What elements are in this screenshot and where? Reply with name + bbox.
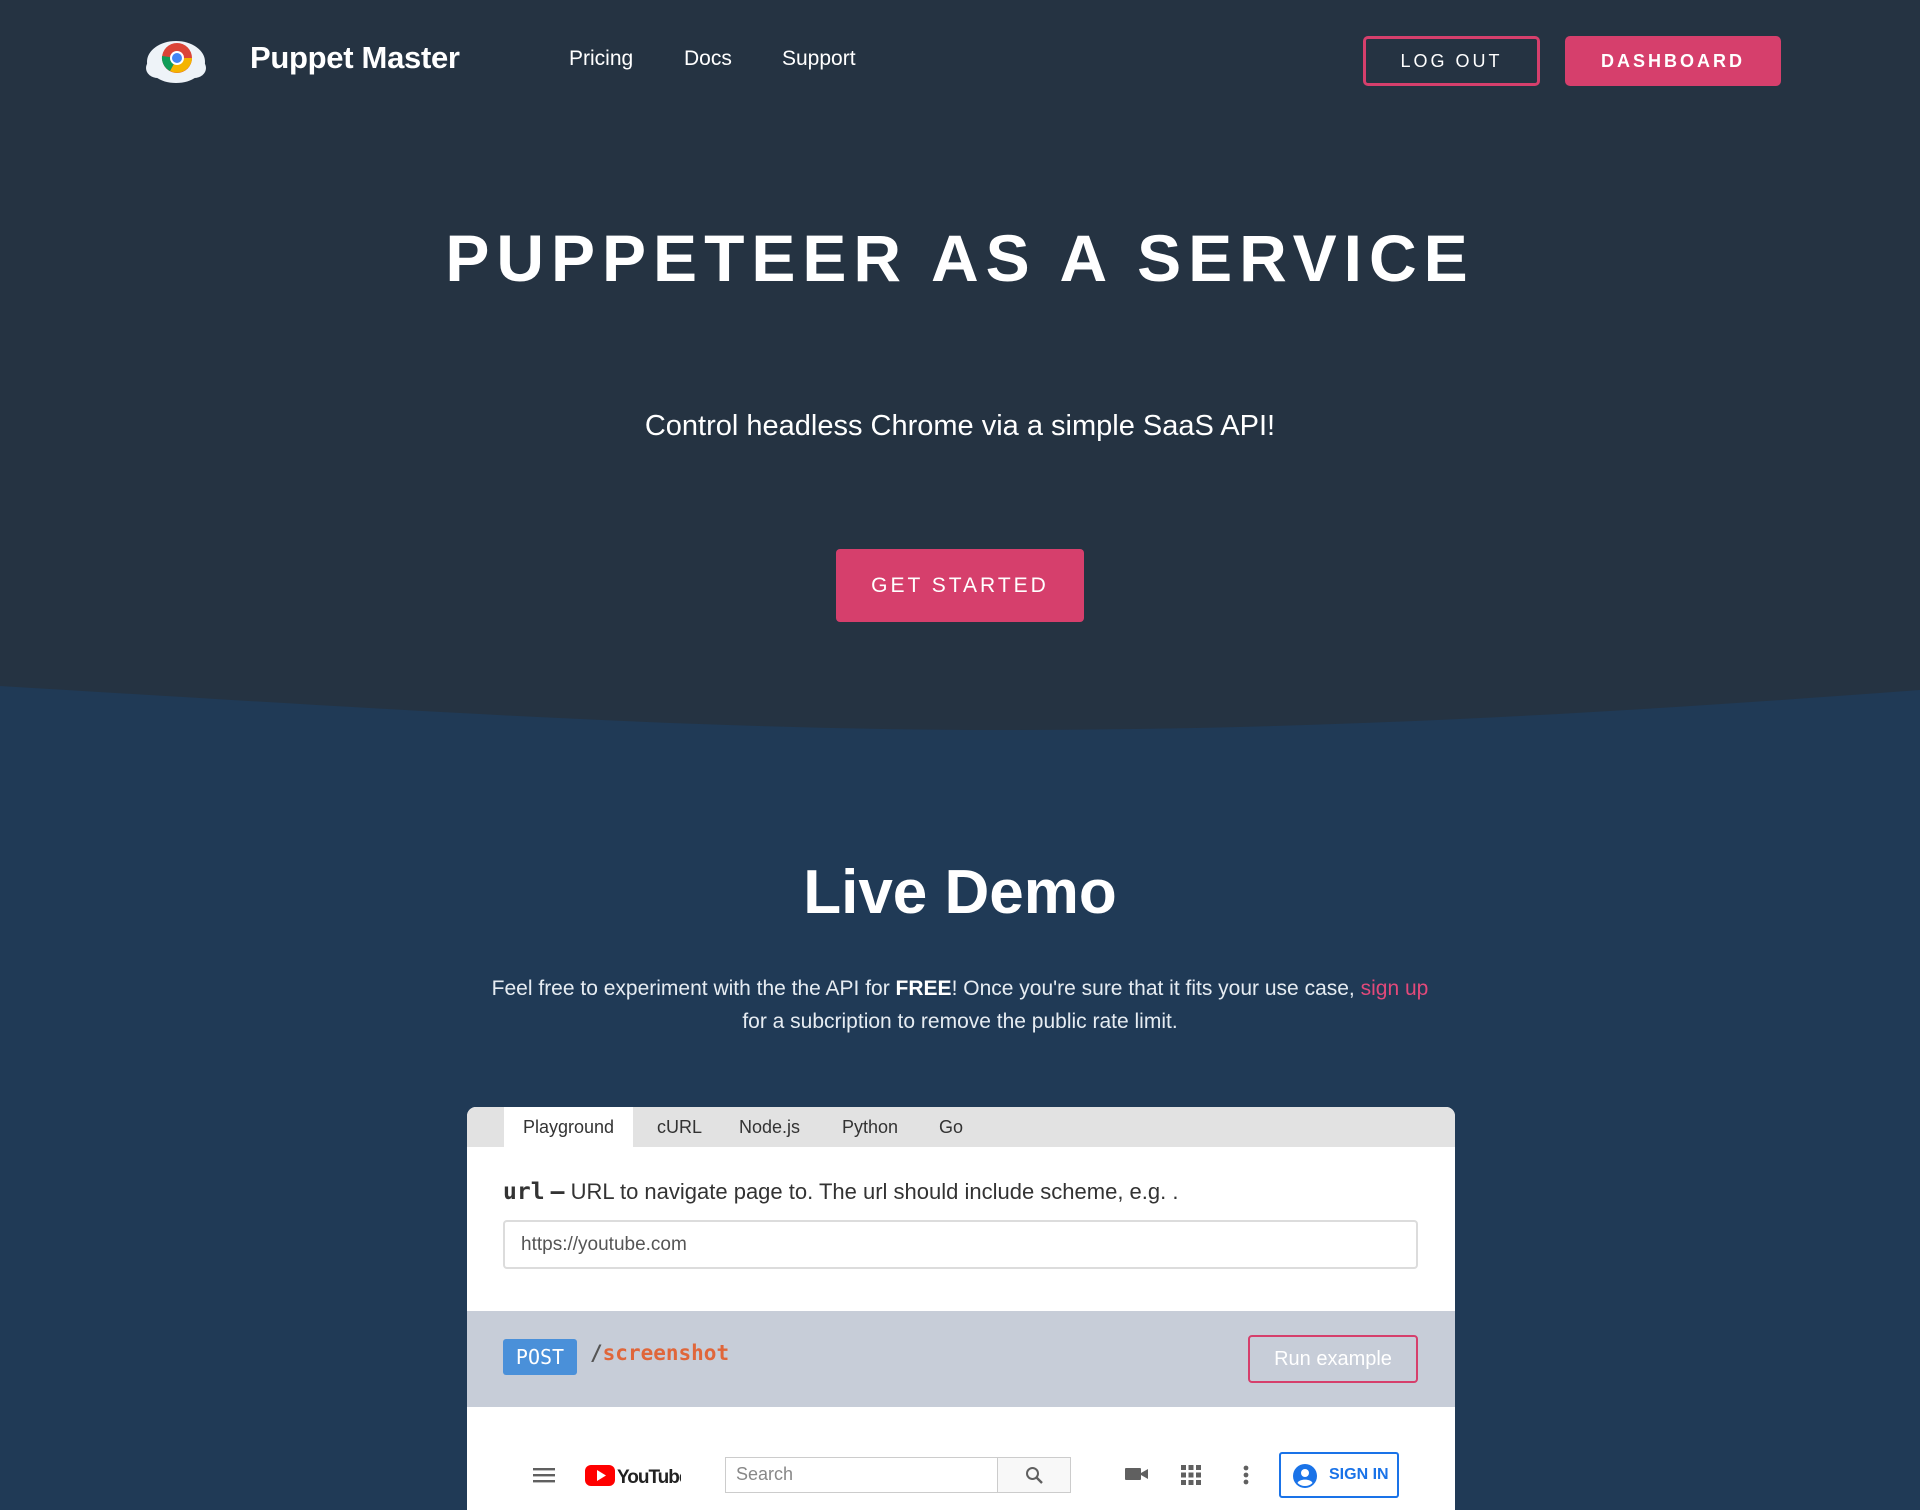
account-icon [1293, 1464, 1317, 1488]
search-icon [1026, 1467, 1043, 1484]
nav-docs[interactable]: Docs [684, 47, 732, 71]
youtube-search-input: Search [725, 1457, 999, 1493]
sign-in-label: SIGN IN [1329, 1466, 1389, 1483]
dashboard-button[interactable]: DASHBOARD [1565, 36, 1781, 86]
sign-up-link[interactable]: sign up [1361, 977, 1429, 1000]
http-method-badge: POST [503, 1339, 577, 1375]
puppet-master-logo-icon[interactable] [144, 32, 208, 88]
param-description: URL to navigate page to. The url should … [570, 1179, 1179, 1204]
hero-title: PUPPETEER AS A SERVICE [445, 221, 1475, 295]
logout-button[interactable]: LOG OUT [1363, 36, 1540, 86]
run-example-button[interactable]: Run example [1248, 1335, 1418, 1383]
top-nav: Puppet Master Pricing Docs Support LOG O… [0, 0, 1920, 120]
get-started-button[interactable]: GET STARTED [836, 549, 1084, 622]
tab-playground[interactable]: Playground [504, 1107, 634, 1147]
youtube-logo-icon: YouTube [585, 1465, 681, 1488]
video-camera-icon [1125, 1468, 1148, 1480]
endpoint-path: /screenshot [590, 1341, 729, 1365]
demo-text-part: for a subcription to remove the public r… [742, 1010, 1178, 1033]
nav-pricing[interactable]: Pricing [569, 47, 633, 71]
screenshot-preview: YouTube Search SIGN IN [467, 1407, 1455, 1510]
demo-text-free: FREE [895, 977, 952, 1000]
demo-text-part: Feel free to experiment with the the API… [491, 977, 896, 1000]
request-bar: POST /screenshot Run example [467, 1311, 1455, 1407]
youtube-search-button [997, 1457, 1071, 1493]
path-slash: / [590, 1341, 603, 1365]
tab-curl[interactable]: cURL [657, 1107, 702, 1147]
live-demo-title: Live Demo [803, 858, 1117, 927]
demo-tabs: Playground cURL Node.js Python Go [467, 1107, 1455, 1147]
more-vertical-icon [1243, 1465, 1249, 1485]
youtube-sign-in-button: SIGN IN [1279, 1452, 1399, 1498]
param-separator: – [550, 1179, 565, 1205]
hamburger-menu-icon [533, 1468, 555, 1483]
url-input[interactable] [503, 1220, 1418, 1269]
apps-grid-icon [1181, 1465, 1201, 1485]
path-endpoint: screenshot [602, 1341, 730, 1365]
tab-nodejs[interactable]: Node.js [739, 1107, 800, 1147]
demo-description: Feel free to experiment with the the API… [460, 972, 1460, 1038]
demo-text-part: ! Once you're sure that it fits your use… [951, 977, 1361, 1000]
youtube-logo-text: YouTube [617, 1467, 681, 1488]
hero-subtitle: Control headless Chrome via a simple Saa… [644, 410, 1276, 442]
brand-name[interactable]: Puppet Master [250, 40, 460, 76]
demo-card: Playground cURL Node.js Python Go url – … [467, 1107, 1455, 1510]
tab-go[interactable]: Go [939, 1107, 963, 1147]
url-param-label: url – URL to navigate page to. The url s… [503, 1179, 1178, 1205]
param-name: url [503, 1179, 545, 1205]
tab-python[interactable]: Python [842, 1107, 898, 1147]
nav-support[interactable]: Support [782, 47, 856, 71]
